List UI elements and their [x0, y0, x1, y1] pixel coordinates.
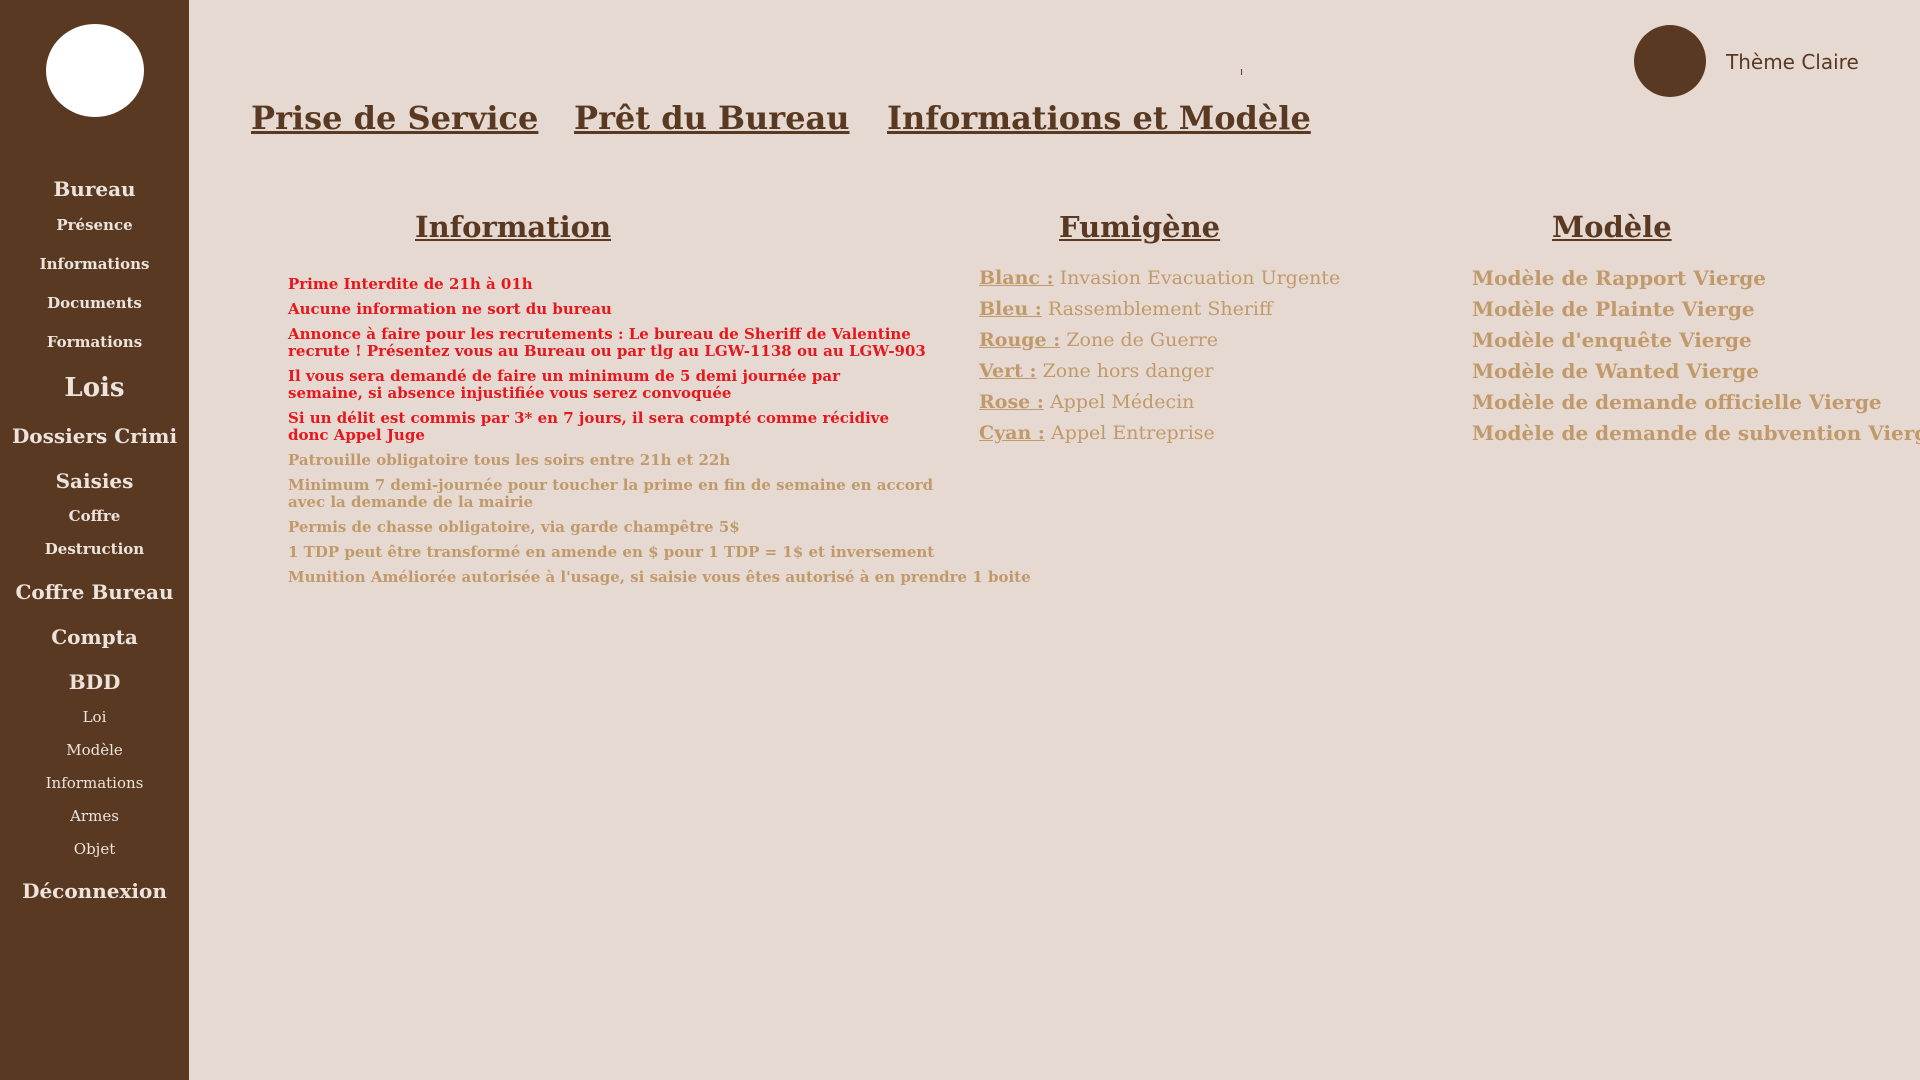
sidebar-item-formations[interactable]: Formations — [0, 335, 189, 350]
sidebar-item-bureau[interactable]: Bureau — [0, 179, 189, 199]
smoke-item: Blanc : Invasion Evacuation Urgente — [979, 267, 1340, 289]
sidebar-item-deconnexion[interactable]: Déconnexion — [0, 881, 189, 901]
smoke-meaning: Invasion Evacuation Urgente — [1059, 267, 1341, 289]
smoke-color-label: Blanc : — [979, 267, 1054, 289]
sidebar-item-objet[interactable]: Objet — [0, 842, 189, 857]
logo-avatar — [46, 24, 144, 117]
smoke-color-label: Vert : — [979, 360, 1037, 382]
rule-item: Prime Interdite de 21h à 01h — [288, 275, 533, 293]
smoke-item: Rose : Appel Médecin — [979, 391, 1194, 413]
model-link-rapport[interactable]: Modèle de Rapport Vierge — [1472, 266, 1766, 290]
sidebar-item-documents[interactable]: Documents — [0, 296, 189, 311]
smoke-item: Rouge : Zone de Guerre — [979, 329, 1218, 351]
smoke-meaning: Appel Médecin — [1049, 391, 1195, 413]
sidebar: Bureau Présence Informations Documents F… — [0, 0, 189, 1080]
sidebar-item-compta[interactable]: Compta — [0, 627, 189, 647]
sidebar-item-coffre-bureau[interactable]: Coffre Bureau — [0, 582, 189, 602]
rule-item: Minimum 7 demi-journée pour toucher la p… — [288, 476, 934, 511]
fumigene-title: Fumigène — [1059, 210, 1221, 244]
sidebar-item-presence[interactable]: Présence — [0, 218, 189, 233]
smoke-color-label: Bleu : — [979, 298, 1042, 320]
smoke-item: Vert : Zone hors danger — [979, 360, 1214, 382]
rule-item: Munition Améliorée autorisée à l'usage, … — [288, 568, 1031, 586]
sidebar-item-bdd[interactable]: BDD — [0, 672, 189, 692]
tab-informations-et-modele[interactable]: Informations et Modèle — [887, 99, 1311, 137]
rule-item: Annonce à faire pour les recrutements : … — [288, 325, 926, 360]
model-link-wanted[interactable]: Modèle de Wanted Vierge — [1472, 359, 1759, 383]
modele-title: Modèle — [1552, 210, 1672, 244]
app-window: Bureau Présence Informations Documents F… — [0, 0, 1920, 1080]
sidebar-item-bdd-informations[interactable]: Informations — [0, 776, 189, 791]
sidebar-item-lois[interactable]: Lois — [0, 375, 189, 401]
tab-pret-du-bureau[interactable]: Prêt du Bureau — [574, 99, 850, 137]
smoke-meaning: Zone hors danger — [1042, 360, 1214, 382]
sidebar-item-loi[interactable]: Loi — [0, 710, 189, 725]
tab-prise-de-service[interactable]: Prise de Service — [251, 99, 538, 137]
model-link-demande-subvention[interactable]: Modèle de demande de subvention Vierge — [1472, 421, 1920, 445]
model-link-enquete[interactable]: Modèle d'enquête Vierge — [1472, 328, 1752, 352]
smoke-meaning: Zone de Guerre — [1066, 329, 1219, 351]
theme-toggle-button[interactable] — [1634, 25, 1706, 97]
smoke-color-label: Cyan : — [979, 422, 1045, 444]
sidebar-item-coffre[interactable]: Coffre — [0, 509, 189, 524]
smoke-color-label: Rose : — [979, 391, 1044, 413]
model-link-plainte[interactable]: Modèle de Plainte Vierge — [1472, 297, 1755, 321]
sidebar-item-informations[interactable]: Informations — [0, 257, 189, 272]
sidebar-item-saisies[interactable]: Saisies — [0, 471, 189, 491]
rule-item: Patrouille obligatoire tous les soirs en… — [288, 451, 731, 469]
sidebar-item-dossiers-crimi[interactable]: Dossiers Crimi — [0, 426, 189, 446]
rule-item: Si un délit est commis par 3* en 7 jours… — [288, 409, 890, 444]
model-link-demande-officielle[interactable]: Modèle de demande officielle Vierge — [1472, 390, 1882, 414]
smoke-meaning: Rassemblement Sheriff — [1047, 298, 1273, 320]
sidebar-item-destruction[interactable]: Destruction — [0, 542, 189, 557]
smoke-color-label: Rouge : — [979, 329, 1061, 351]
theme-label: Thème Claire — [1726, 50, 1859, 74]
rule-item: Aucune information ne sort du bureau — [288, 300, 612, 318]
rule-item: 1 TDP peut être transformé en amende en … — [288, 543, 935, 561]
sidebar-item-modele[interactable]: Modèle — [0, 743, 189, 758]
smoke-meaning: Appel Entreprise — [1050, 422, 1215, 444]
smoke-item: Bleu : Rassemblement Sheriff — [979, 298, 1273, 320]
divider-tick — [1241, 69, 1242, 75]
rule-item: Permis de chasse obligatoire, via garde … — [288, 518, 740, 536]
rule-item: Il vous sera demandé de faire un minimum… — [288, 367, 841, 402]
sidebar-item-armes[interactable]: Armes — [0, 809, 189, 824]
information-title: Information — [415, 210, 612, 244]
smoke-item: Cyan : Appel Entreprise — [979, 422, 1215, 444]
